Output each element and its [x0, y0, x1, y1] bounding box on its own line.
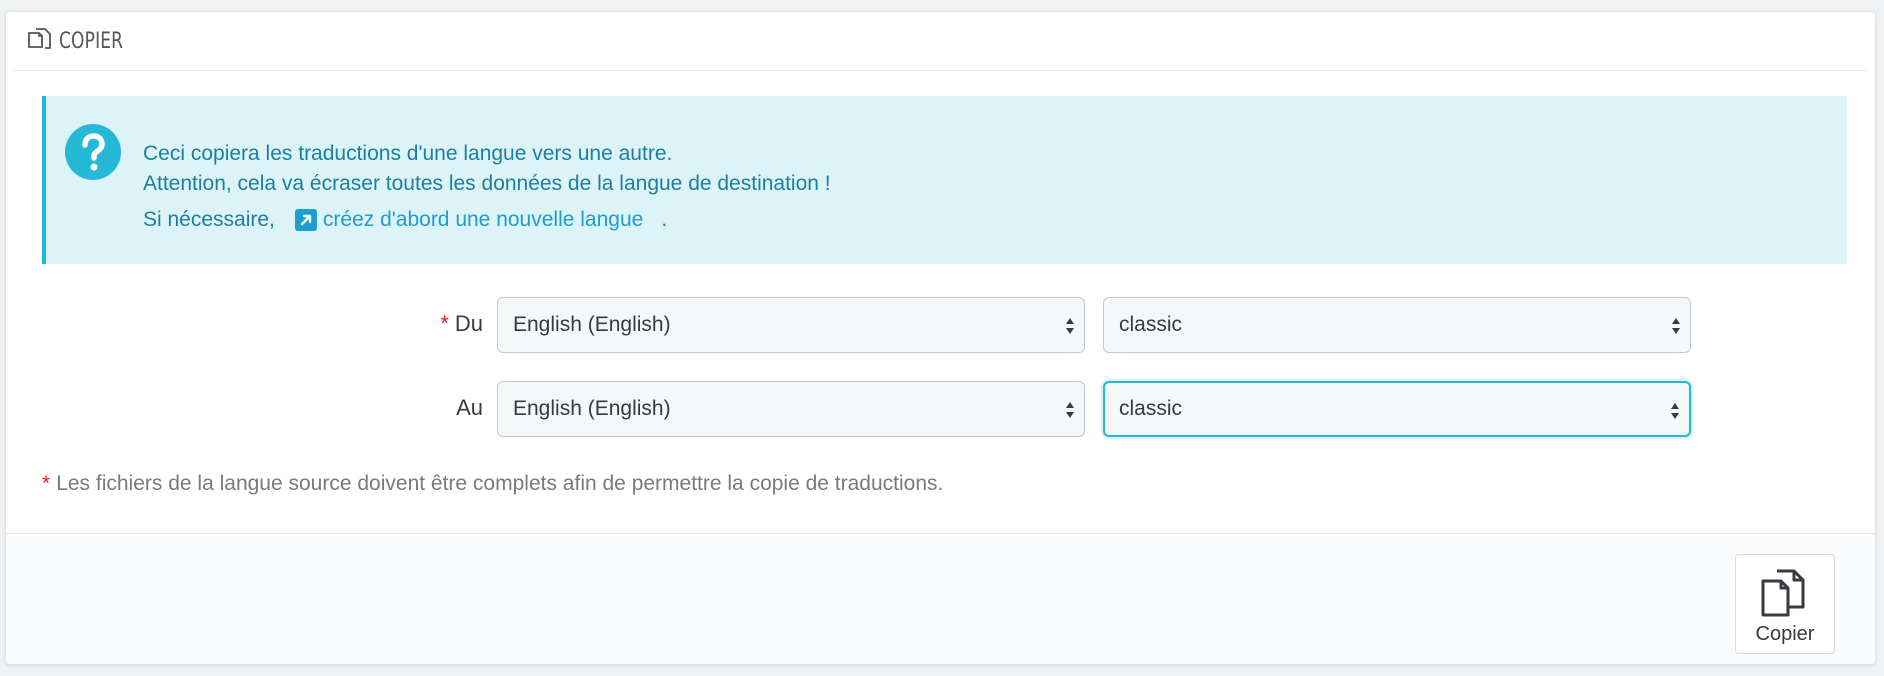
copy-panel: COPIER Ceci copiera les traductions d'un…	[5, 11, 1876, 665]
required-note: * Les fichiers de la langue source doiven…	[42, 472, 943, 496]
copy-icon	[1761, 569, 1805, 617]
from-row: * Du English (English) classic	[6, 297, 1877, 353]
to-theme-select[interactable]: classic	[1103, 381, 1691, 437]
copy-icon	[28, 28, 51, 49]
to-language-select[interactable]: English (English)	[497, 381, 1085, 437]
copy-button-label[interactable]: Copier	[1756, 623, 1815, 646]
alert-line-2: Attention, cela va écraser toutes les do…	[143, 172, 831, 195]
alert-line-3: Si nécessaire, créez d'abord une nouvell…	[143, 205, 831, 235]
to-language-value: English (English)	[513, 397, 671, 420]
alert-line-1: Ceci copiera les traductions d'une langu…	[143, 142, 673, 165]
select-arrows-icon	[1672, 318, 1680, 334]
required-mark: *	[440, 311, 449, 336]
question-circle-icon	[65, 124, 121, 180]
from-language-select[interactable]: English (English)	[497, 297, 1085, 353]
select-arrows-icon	[1066, 402, 1074, 418]
from-label: * Du	[440, 311, 483, 337]
panel-heading: COPIER	[14, 12, 1867, 71]
select-arrows-icon	[1066, 318, 1074, 334]
note-required-mark: *	[42, 472, 51, 495]
from-theme-select[interactable]: classic	[1103, 297, 1691, 353]
info-alert: Ceci copiera les traductions d'une langu…	[42, 96, 1847, 264]
to-theme-value: classic	[1119, 397, 1183, 420]
select-arrows-icon	[1671, 403, 1679, 419]
alert-line-3-suffix: .	[661, 208, 668, 231]
create-language-link-label[interactable]: créez d'abord une nouvelle langue	[323, 205, 643, 235]
note-text: Les fichiers de la langue source doivent…	[56, 472, 944, 495]
external-link-icon	[294, 209, 317, 231]
from-label-text: Du	[454, 311, 483, 336]
from-theme-value: classic	[1119, 313, 1183, 336]
panel-footer: Copier	[6, 533, 1875, 664]
to-label: Au	[456, 395, 483, 420]
copy-button[interactable]: Copier	[1735, 554, 1835, 654]
from-language-value: English (English)	[513, 313, 671, 336]
panel-title: COPIER	[59, 28, 124, 54]
alert-line-3-prefix: Si nécessaire,	[143, 208, 275, 231]
create-language-link[interactable]: créez d'abord une nouvelle langue	[294, 205, 643, 235]
to-row: Au English (English) classic	[6, 381, 1877, 437]
